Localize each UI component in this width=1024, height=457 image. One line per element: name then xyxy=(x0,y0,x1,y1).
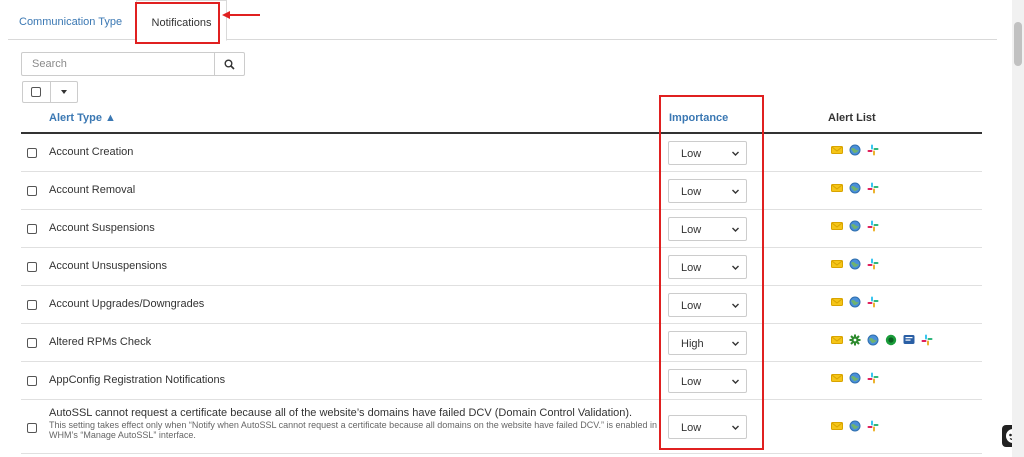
search-icon xyxy=(224,59,235,70)
chevron-down-icon xyxy=(732,189,739,194)
alert-type-description: This setting takes effect only when “Not… xyxy=(49,420,658,440)
alert-type-label: Account Removal xyxy=(49,184,136,196)
globe-icon xyxy=(849,144,861,156)
circle-icon xyxy=(885,334,897,346)
arrow-annotation-icon xyxy=(222,11,260,19)
globe-icon xyxy=(849,182,861,194)
email-icon xyxy=(831,146,843,154)
table-row: Account Unsuspensions Low xyxy=(21,248,982,286)
importance-value: Low xyxy=(681,148,702,160)
alert-type-label: Account Creation xyxy=(49,146,134,158)
importance-value: Low xyxy=(681,376,702,388)
scrollbar-thumb[interactable] xyxy=(1014,22,1022,66)
slack-icon xyxy=(921,334,933,346)
globe-icon xyxy=(849,258,861,270)
importance-value: Low xyxy=(681,422,702,434)
header-alert-type[interactable]: Alert Type ▲ xyxy=(49,112,116,124)
email-icon xyxy=(831,374,843,382)
search-button[interactable] xyxy=(214,52,245,76)
slack-icon xyxy=(867,144,879,156)
alert-list-icons xyxy=(831,372,879,384)
slack-icon xyxy=(867,420,879,432)
email-icon xyxy=(831,184,843,192)
email-icon xyxy=(831,260,843,268)
bulk-select-dropdown[interactable] xyxy=(51,82,78,102)
alert-list-icons xyxy=(831,420,879,432)
email-icon xyxy=(831,422,843,430)
bulk-select[interactable] xyxy=(22,81,78,103)
importance-value: Low xyxy=(681,300,702,312)
alert-type-label: AppConfig Registration Notifications xyxy=(49,374,226,386)
alert-type-label: Account Upgrades/Downgrades xyxy=(49,298,205,310)
importance-select[interactable]: Low xyxy=(668,141,747,165)
row-checkbox[interactable] xyxy=(27,338,37,348)
table-row: Account Creation Low xyxy=(21,134,982,172)
row-checkbox[interactable] xyxy=(27,262,37,272)
alert-list-icons xyxy=(831,296,879,308)
caret-down-icon xyxy=(60,90,67,94)
table-row: Altered RPMs Check High xyxy=(21,324,982,362)
highlight-box-notifications xyxy=(135,2,220,44)
row-checkbox[interactable] xyxy=(27,186,37,196)
chevron-down-icon xyxy=(732,303,739,308)
row-checkbox[interactable] xyxy=(27,423,37,433)
table-row: AutoSSL cannot request a certificate bec… xyxy=(21,400,982,454)
globe-icon xyxy=(849,220,861,232)
header-alert-list: Alert List xyxy=(828,112,876,124)
gear-icon xyxy=(849,334,861,346)
row-checkbox[interactable] xyxy=(27,148,37,158)
chevron-down-icon xyxy=(732,425,739,430)
slack-icon xyxy=(867,182,879,194)
alert-type-label: Account Suspensions xyxy=(49,222,155,234)
alert-type-label: AutoSSL cannot request a certificate bec… xyxy=(49,407,633,419)
importance-select[interactable]: Low xyxy=(668,369,747,393)
globe-icon xyxy=(849,420,861,432)
slack-icon xyxy=(867,258,879,270)
chevron-down-icon xyxy=(732,227,739,232)
table-row: Account Suspensions Low xyxy=(21,210,982,248)
importance-select[interactable]: Low xyxy=(668,217,747,241)
importance-value: Low xyxy=(681,224,702,236)
alert-list-icons xyxy=(831,334,933,346)
alert-list-icons xyxy=(831,144,879,156)
alert-list-icons xyxy=(831,258,879,270)
importance-value: Low xyxy=(681,186,702,198)
chevron-down-icon xyxy=(732,379,739,384)
importance-select[interactable]: Low xyxy=(668,255,747,279)
importance-select[interactable]: Low xyxy=(668,179,747,203)
table-row: Account Removal Low xyxy=(21,172,982,210)
row-checkbox[interactable] xyxy=(27,224,37,234)
importance-value: Low xyxy=(681,262,702,274)
email-icon xyxy=(831,298,843,306)
globe-icon xyxy=(849,296,861,308)
row-checkbox[interactable] xyxy=(27,376,37,386)
alert-type-label: Account Unsuspensions xyxy=(49,260,168,272)
table-row: Account Upgrades/Downgrades Low xyxy=(21,286,982,324)
tab-communication-type[interactable]: Communication Type xyxy=(19,0,122,40)
table-row: AppConfig Registration Notifications Low xyxy=(21,362,982,400)
importance-value: High xyxy=(681,338,704,350)
select-all-checkbox[interactable] xyxy=(23,82,51,102)
row-checkbox[interactable] xyxy=(27,300,37,310)
alert-list-icons xyxy=(831,220,879,232)
email-icon xyxy=(831,336,843,344)
alert-list-icons xyxy=(831,182,879,194)
alert-type-label: Altered RPMs Check xyxy=(49,336,152,348)
importance-select[interactable]: Low xyxy=(668,293,747,317)
importance-select[interactable]: Low xyxy=(668,415,747,439)
importance-select[interactable]: High xyxy=(668,331,747,355)
globe-icon xyxy=(849,372,861,384)
search-input[interactable] xyxy=(21,52,215,76)
globe-icon xyxy=(867,334,879,346)
chevron-down-icon xyxy=(732,265,739,270)
header-importance: Importance xyxy=(669,112,729,124)
email-icon xyxy=(831,222,843,230)
chevron-down-icon xyxy=(732,151,739,156)
slack-icon xyxy=(867,220,879,232)
slack-icon xyxy=(867,372,879,384)
scrollbar[interactable] xyxy=(1012,0,1024,457)
chevron-down-icon xyxy=(732,341,739,346)
slack-icon xyxy=(867,296,879,308)
chat-icon xyxy=(903,335,915,344)
